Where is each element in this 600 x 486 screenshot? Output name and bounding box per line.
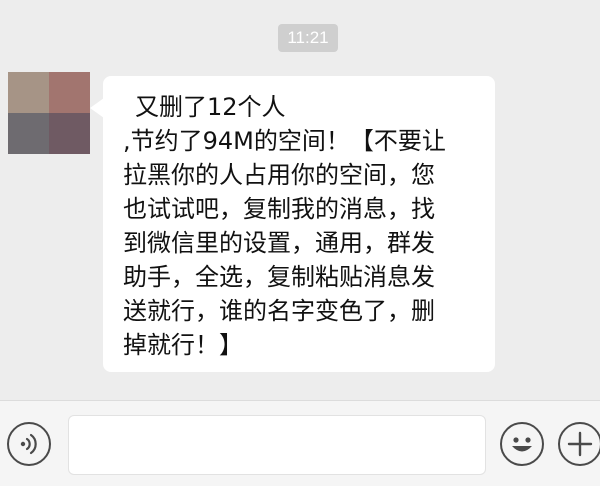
message-input[interactable] <box>68 415 486 475</box>
message-line: ,节约了94M的空间！【不要让 <box>123 127 446 155</box>
chat-area: 11:21 又删了12个人 ,节约了94M的空间！【不要让 拉黑你的人占用你的空… <box>0 0 600 400</box>
avatar[interactable] <box>8 72 90 154</box>
voice-button[interactable] <box>7 422 51 466</box>
message-line: 也试试吧，复制我的消息，找 <box>123 195 435 223</box>
message-line: 助手，全选，复制粘贴消息发 <box>123 263 435 291</box>
message-line: 到微信里的设置，通用，群发 <box>123 229 435 257</box>
emoji-icon <box>512 437 532 452</box>
avatar-pixel <box>49 113 90 154</box>
voice-icon <box>20 433 37 455</box>
message-line: 又删了12个人 <box>135 93 286 121</box>
plus-icon <box>567 431 593 457</box>
plus-button[interactable] <box>558 422 600 466</box>
emoji-button[interactable] <box>500 422 544 466</box>
bubble-tail <box>90 98 104 118</box>
avatar-pixel <box>8 72 49 113</box>
avatar-pixel <box>49 72 90 113</box>
message-line: 掉就行！】 <box>123 331 243 359</box>
avatar-pixel <box>8 113 49 154</box>
message-line: 拉黑你的人占用你的空间，您 <box>123 161 435 189</box>
message-line: 送就行，谁的名字变色了，删 <box>123 297 435 325</box>
timestamp: 11:21 <box>278 24 338 52</box>
message-bubble[interactable]: 又删了12个人 ,节约了94M的空间！【不要让 拉黑你的人占用你的空间，您 也试… <box>103 76 495 372</box>
input-bar <box>0 400 600 486</box>
